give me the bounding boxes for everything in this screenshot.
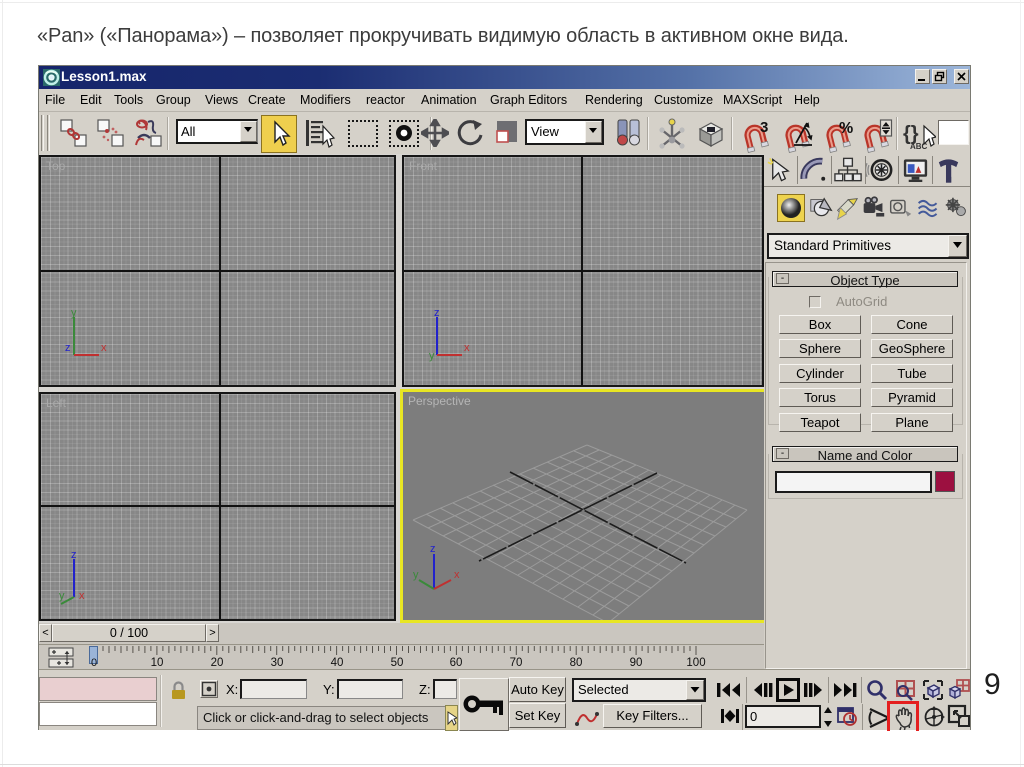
svg-text:20: 20 bbox=[211, 657, 224, 669]
svg-text:y: y bbox=[59, 590, 65, 602]
svg-text:%: % bbox=[839, 120, 853, 137]
svg-text:x: x bbox=[79, 590, 85, 602]
svg-text:30: 30 bbox=[271, 657, 284, 669]
svg-text:y: y bbox=[429, 350, 435, 362]
svg-text:y: y bbox=[413, 569, 419, 581]
svg-text:x: x bbox=[464, 342, 470, 354]
svg-text:3: 3 bbox=[760, 119, 768, 136]
svg-text:50: 50 bbox=[391, 657, 404, 669]
svg-text:90: 90 bbox=[630, 657, 643, 669]
svg-text:z: z bbox=[430, 543, 436, 555]
svg-text:y: y bbox=[71, 307, 77, 319]
svg-text:80: 80 bbox=[570, 657, 583, 669]
svg-text:z: z bbox=[65, 342, 71, 354]
svg-text:10: 10 bbox=[151, 657, 164, 669]
svg-text:x: x bbox=[454, 569, 460, 581]
svg-text:70: 70 bbox=[510, 657, 523, 669]
svg-text:60: 60 bbox=[450, 657, 463, 669]
svg-text:100: 100 bbox=[686, 657, 705, 669]
svg-text:z: z bbox=[71, 549, 77, 561]
svg-text:x: x bbox=[101, 342, 107, 354]
svg-text:40: 40 bbox=[331, 657, 344, 669]
svg-text:z: z bbox=[434, 307, 440, 319]
